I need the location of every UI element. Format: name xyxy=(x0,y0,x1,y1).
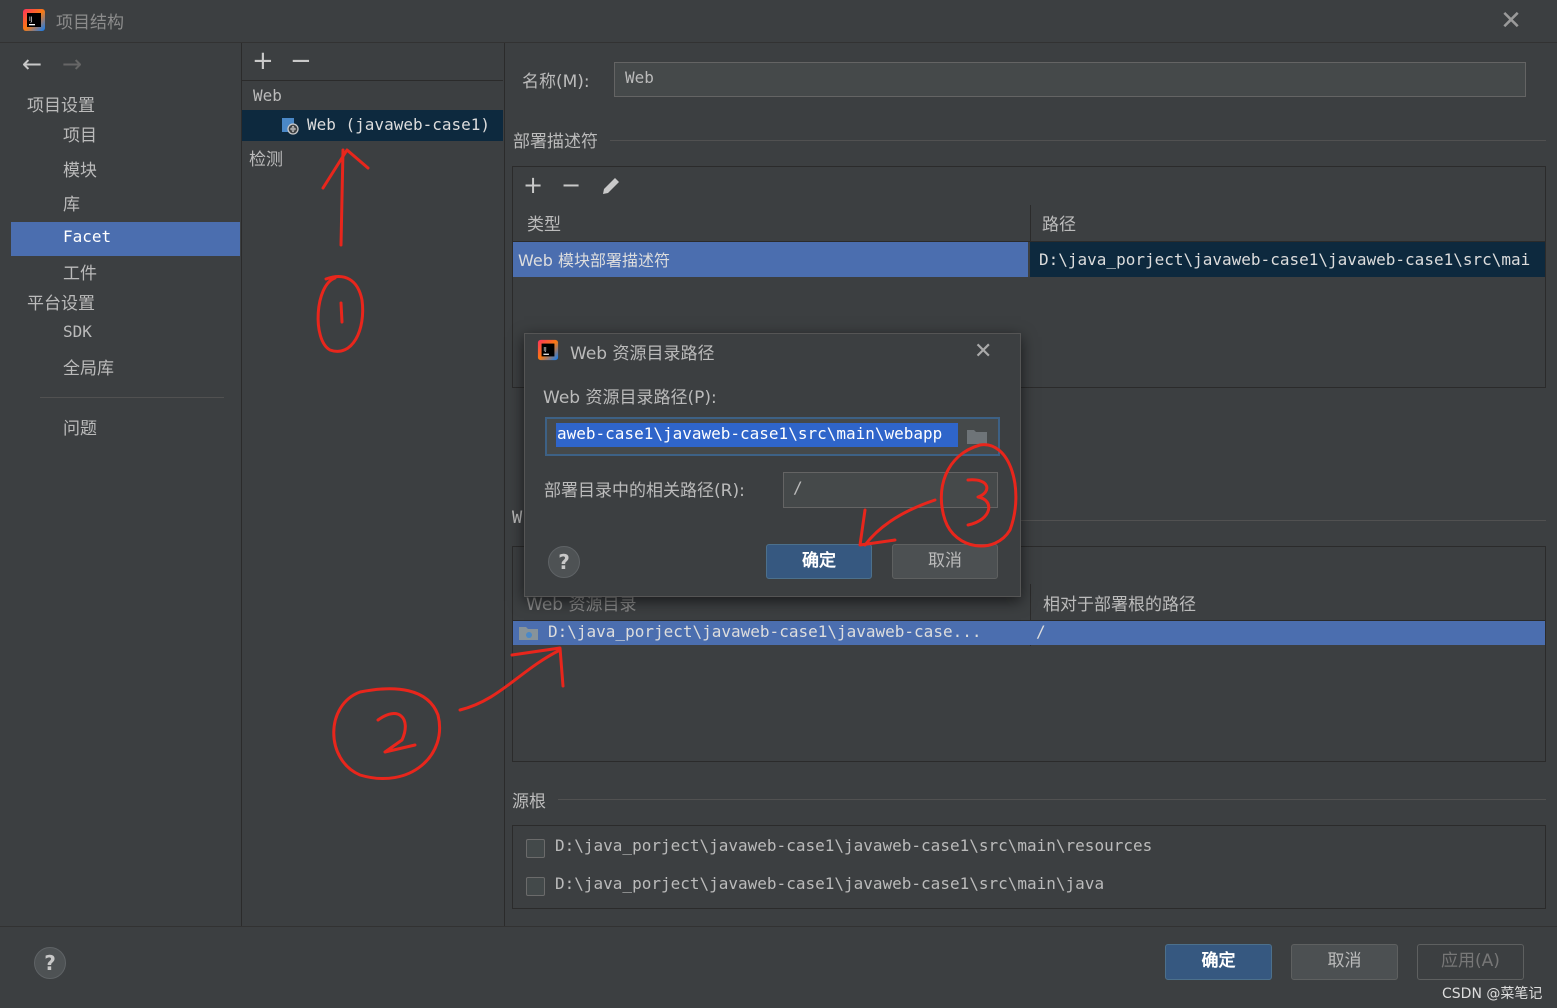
relative-path-value[interactable]: / xyxy=(793,478,803,497)
table-cell-path[interactable]: D:\java_porject\javaweb-case1\javaweb-ca… xyxy=(1039,250,1544,269)
svg-text:IJ: IJ xyxy=(543,347,547,353)
nav-header-platform-settings: 平台设置 xyxy=(27,294,95,314)
ok-button[interactable]: 确定 xyxy=(1165,944,1272,980)
edit-pencil-icon[interactable] xyxy=(600,175,624,197)
nav-divider xyxy=(40,397,224,398)
source-root-path: D:\java_porject\javaweb-case1\javaweb-ca… xyxy=(555,836,1153,855)
add-icon[interactable]: + xyxy=(523,171,543,199)
nav-item-facet[interactable]: Facet xyxy=(63,227,111,246)
window-title: 项目结构 xyxy=(56,13,124,33)
section-divider xyxy=(1020,520,1546,521)
apply-button[interactable]: 应用(A) xyxy=(1417,944,1524,980)
source-root-checkbox[interactable] xyxy=(526,877,545,896)
nav-item-global-libraries[interactable]: 全局库 xyxy=(63,354,114,379)
close-icon[interactable]: ✕ xyxy=(1498,8,1524,34)
intellij-app-icon: IJ xyxy=(23,9,45,31)
close-icon[interactable]: ✕ xyxy=(974,339,992,364)
source-root-checkbox[interactable] xyxy=(526,839,545,858)
folder-icon xyxy=(519,627,538,640)
name-label: 名称(M): xyxy=(522,72,590,92)
nav-item-libraries[interactable]: 库 xyxy=(63,190,80,215)
web-resource-path-value[interactable]: aweb-case1\javaweb-case1\src\main\webapp xyxy=(557,424,957,443)
web-resource-dir-cell[interactable]: D:\java_porject\javaweb-case1\javaweb-ca… xyxy=(548,622,1023,641)
deployment-descriptors-title: 部署描述符 xyxy=(513,132,598,152)
browse-folder-icon[interactable] xyxy=(966,428,988,445)
source-roots-title: 源根 xyxy=(512,792,546,812)
table-cell-type[interactable]: Web 模块部署描述符 xyxy=(518,247,1026,271)
deployment-table-header xyxy=(513,205,1545,242)
help-button[interactable]: ? xyxy=(34,947,66,979)
toolbar-divider xyxy=(242,80,503,81)
csdn-watermark: CSDN @菜笔记 xyxy=(1442,986,1543,1002)
dialog-title: Web 资源目录路径 xyxy=(570,344,715,364)
web-facet-icon xyxy=(282,118,299,135)
svg-text:IJ: IJ xyxy=(29,16,33,23)
facet-group-web[interactable]: Web xyxy=(253,86,282,105)
relative-path-input[interactable] xyxy=(783,472,998,508)
remove-icon[interactable]: − xyxy=(290,46,312,76)
web-resource-dirs-title: W xyxy=(512,508,523,528)
title-bar xyxy=(0,0,1557,43)
name-field-value[interactable]: Web xyxy=(625,68,654,87)
section-divider xyxy=(558,799,1546,800)
name-field[interactable] xyxy=(614,62,1526,97)
cancel-button[interactable]: 取消 xyxy=(1291,944,1398,980)
web-resource-path-label: Web 资源目录路径(P): xyxy=(543,388,717,408)
remove-icon[interactable]: − xyxy=(561,171,581,199)
relative-path-cell[interactable]: / xyxy=(1036,622,1136,641)
dialog-cancel-button[interactable]: 取消 xyxy=(892,544,998,579)
dialog-ok-button[interactable]: 确定 xyxy=(766,544,872,579)
column-header-type[interactable]: 类型 xyxy=(527,210,561,235)
nav-item-facet-selected[interactable] xyxy=(11,222,240,256)
footer-divider xyxy=(0,926,1557,927)
add-icon[interactable]: + xyxy=(252,46,274,76)
facet-list-panel xyxy=(241,43,505,926)
column-header-relative-path[interactable]: 相对于部署根的路径 xyxy=(1043,590,1196,615)
nav-header-project-settings: 项目设置 xyxy=(27,96,95,116)
source-root-path: D:\java_porject\javaweb-case1\javaweb-ca… xyxy=(555,874,1105,893)
intellij-app-icon: IJ xyxy=(537,339,559,361)
nav-item-artifacts[interactable]: 工件 xyxy=(63,259,97,284)
settings-nav xyxy=(10,43,240,926)
help-button[interactable]: ? xyxy=(548,546,580,578)
facet-item-web-javaweb-case1[interactable]: Web (javaweb-case1) xyxy=(307,115,490,134)
column-header-path[interactable]: 路径 xyxy=(1042,210,1076,235)
back-arrow-icon[interactable]: ← xyxy=(22,50,42,78)
nav-item-project[interactable]: 项目 xyxy=(63,121,97,146)
relative-path-label: 部署目录中的相关路径(R): xyxy=(544,481,745,501)
section-divider xyxy=(610,140,1546,141)
detection-label[interactable]: 检测 xyxy=(249,145,283,170)
forward-arrow-icon[interactable]: → xyxy=(62,50,82,78)
nav-item-problems[interactable]: 问题 xyxy=(63,414,97,439)
nav-item-sdk[interactable]: SDK xyxy=(63,322,92,341)
nav-item-modules[interactable]: 模块 xyxy=(63,156,97,181)
